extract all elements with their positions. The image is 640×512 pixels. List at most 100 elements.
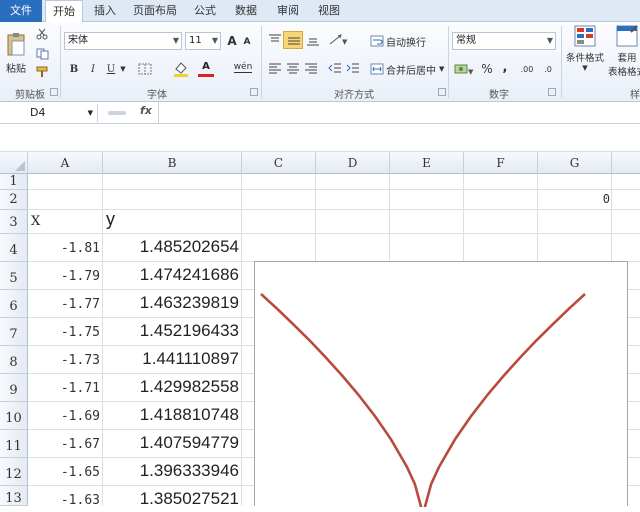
column-header-a[interactable]: A bbox=[28, 152, 103, 174]
decrease-decimal-button[interactable]: .0 bbox=[540, 60, 556, 78]
embedded-chart[interactable] bbox=[254, 261, 628, 512]
cut-icon[interactable] bbox=[36, 28, 48, 40]
wrap-text-button[interactable]: 自动换行 bbox=[370, 32, 430, 50]
font-launcher[interactable] bbox=[250, 88, 258, 96]
row-header[interactable]: 6 bbox=[0, 290, 28, 318]
tab-review[interactable]: 审阅 bbox=[271, 0, 305, 22]
font-name-select[interactable]: 宋体 ▼ bbox=[64, 32, 182, 50]
cell-x[interactable]: -1.73 bbox=[30, 353, 100, 368]
grow-font-button[interactable]: A bbox=[224, 32, 240, 50]
italic-button[interactable]: I bbox=[86, 60, 100, 78]
cell-x[interactable]: -1.77 bbox=[30, 297, 100, 312]
select-all-corner[interactable] bbox=[0, 152, 28, 174]
cell-b3[interactable]: y bbox=[106, 209, 115, 230]
tab-file[interactable]: 文件 bbox=[0, 0, 42, 22]
clipboard-launcher[interactable] bbox=[50, 88, 58, 96]
decrease-indent-icon[interactable] bbox=[328, 62, 342, 74]
cell-a3[interactable]: X bbox=[31, 214, 40, 229]
align-bottom-icon[interactable] bbox=[306, 34, 320, 46]
tab-page-layout[interactable]: 页面布局 bbox=[130, 0, 180, 22]
tab-home[interactable]: 开始 bbox=[45, 0, 83, 23]
border-icon[interactable] bbox=[138, 63, 152, 75]
formula-input[interactable] bbox=[162, 104, 632, 122]
column-header-f[interactable]: F bbox=[464, 152, 538, 174]
cell-x[interactable]: -1.81 bbox=[30, 241, 100, 256]
row-header[interactable]: 12 bbox=[0, 458, 28, 486]
cell-y[interactable]: 1.463239819 bbox=[105, 293, 239, 313]
row-header[interactable]: 3 bbox=[0, 210, 28, 234]
alignment-launcher[interactable] bbox=[438, 88, 446, 96]
column-header-b[interactable]: B bbox=[103, 152, 242, 174]
comma-button[interactable]: , bbox=[500, 58, 510, 76]
cell-y[interactable]: 1.407594779 bbox=[105, 433, 239, 453]
increase-decimal-button[interactable]: .00 bbox=[518, 60, 536, 78]
column-header-h[interactable] bbox=[612, 152, 640, 174]
row-header[interactable]: 8 bbox=[0, 346, 28, 374]
align-middle-button[interactable] bbox=[283, 31, 303, 49]
underline-button[interactable]: U bbox=[104, 60, 118, 78]
divider bbox=[448, 26, 449, 98]
tab-insert[interactable]: 插入 bbox=[88, 0, 122, 22]
format-as-table-button[interactable]: 套用 表格格式 bbox=[607, 24, 640, 82]
column-header-d[interactable]: D bbox=[316, 152, 390, 174]
paste-button[interactable]: 粘贴 bbox=[4, 26, 28, 80]
row-header[interactable]: 2 bbox=[0, 190, 28, 210]
gridline bbox=[28, 209, 640, 210]
cell-y[interactable]: 1.452196433 bbox=[105, 321, 239, 341]
align-left-icon[interactable] bbox=[268, 62, 282, 74]
row-header[interactable]: 13 bbox=[0, 486, 28, 506]
percent-button[interactable]: % bbox=[480, 60, 494, 78]
align-top-icon[interactable] bbox=[268, 34, 282, 46]
cell-x[interactable]: -1.69 bbox=[30, 409, 100, 424]
shrink-font-button[interactable]: A bbox=[240, 34, 254, 50]
cell-y[interactable]: 1.429982558 bbox=[105, 377, 239, 397]
number-launcher[interactable] bbox=[548, 88, 556, 96]
row-header[interactable]: 10 bbox=[0, 402, 28, 430]
font-color-button[interactable]: A bbox=[198, 58, 214, 74]
row-header[interactable]: 1 bbox=[0, 174, 28, 190]
row-header[interactable]: 9 bbox=[0, 374, 28, 402]
name-box[interactable]: D4 ▼ bbox=[0, 104, 98, 122]
bold-button[interactable]: B bbox=[66, 60, 82, 78]
cell-x[interactable]: -1.67 bbox=[30, 437, 100, 452]
cell-y[interactable]: 1.485202654 bbox=[105, 237, 239, 257]
cell-g2[interactable]: 0 bbox=[540, 192, 610, 206]
formula-bar-splitter[interactable] bbox=[106, 108, 128, 118]
increase-indent-icon[interactable] bbox=[346, 62, 360, 74]
align-right-icon[interactable] bbox=[304, 62, 318, 74]
tab-data[interactable]: 数据 bbox=[229, 0, 263, 22]
merge-center-button[interactable]: 合并后居中 ▼ bbox=[370, 60, 446, 78]
currency-icon[interactable]: ▼ bbox=[454, 62, 476, 76]
group-label-alignment: 对齐方式 bbox=[334, 90, 374, 101]
cell-y[interactable]: 1.474241686 bbox=[105, 265, 239, 285]
cell-y[interactable]: 1.441110897 bbox=[105, 349, 239, 369]
orientation-icon[interactable]: ▼ bbox=[328, 34, 348, 46]
conditional-formatting-button[interactable]: 条件格式 ▼ bbox=[563, 24, 607, 82]
row-header[interactable]: 5 bbox=[0, 262, 28, 290]
format-painter-icon[interactable] bbox=[36, 66, 50, 78]
chevron-down-icon[interactable]: ▼ bbox=[118, 60, 128, 78]
column-header-c[interactable]: C bbox=[242, 152, 316, 174]
align-center-icon[interactable] bbox=[286, 62, 300, 74]
cell-y[interactable]: 1.418810748 bbox=[105, 405, 239, 425]
tab-view[interactable]: 视图 bbox=[312, 0, 346, 22]
row-header[interactable]: 7 bbox=[0, 318, 28, 346]
insert-function-icon[interactable]: fx bbox=[140, 104, 152, 117]
copy-icon[interactable] bbox=[36, 48, 50, 60]
fill-color-icon[interactable] bbox=[172, 60, 190, 78]
phonetic-button[interactable]: wén bbox=[232, 58, 254, 76]
cell-x[interactable]: -1.71 bbox=[30, 381, 100, 396]
row-header[interactable]: 11 bbox=[0, 430, 28, 458]
cell-x[interactable]: -1.75 bbox=[30, 325, 100, 340]
series-line-0[interactable] bbox=[260, 293, 586, 512]
font-size-select[interactable]: 11 ▼ bbox=[185, 32, 221, 50]
cell-y[interactable]: 1.385027521 bbox=[105, 489, 239, 509]
number-format-select[interactable]: 常规 ▼ bbox=[452, 32, 556, 50]
cell-x[interactable]: -1.79 bbox=[30, 269, 100, 284]
cell-x[interactable]: -1.65 bbox=[30, 465, 100, 480]
cell-y[interactable]: 1.396333946 bbox=[105, 461, 239, 481]
row-header[interactable]: 4 bbox=[0, 234, 28, 262]
tab-formulas[interactable]: 公式 bbox=[188, 0, 222, 22]
column-header-e[interactable]: E bbox=[390, 152, 464, 174]
column-header-g[interactable]: G bbox=[538, 152, 612, 174]
